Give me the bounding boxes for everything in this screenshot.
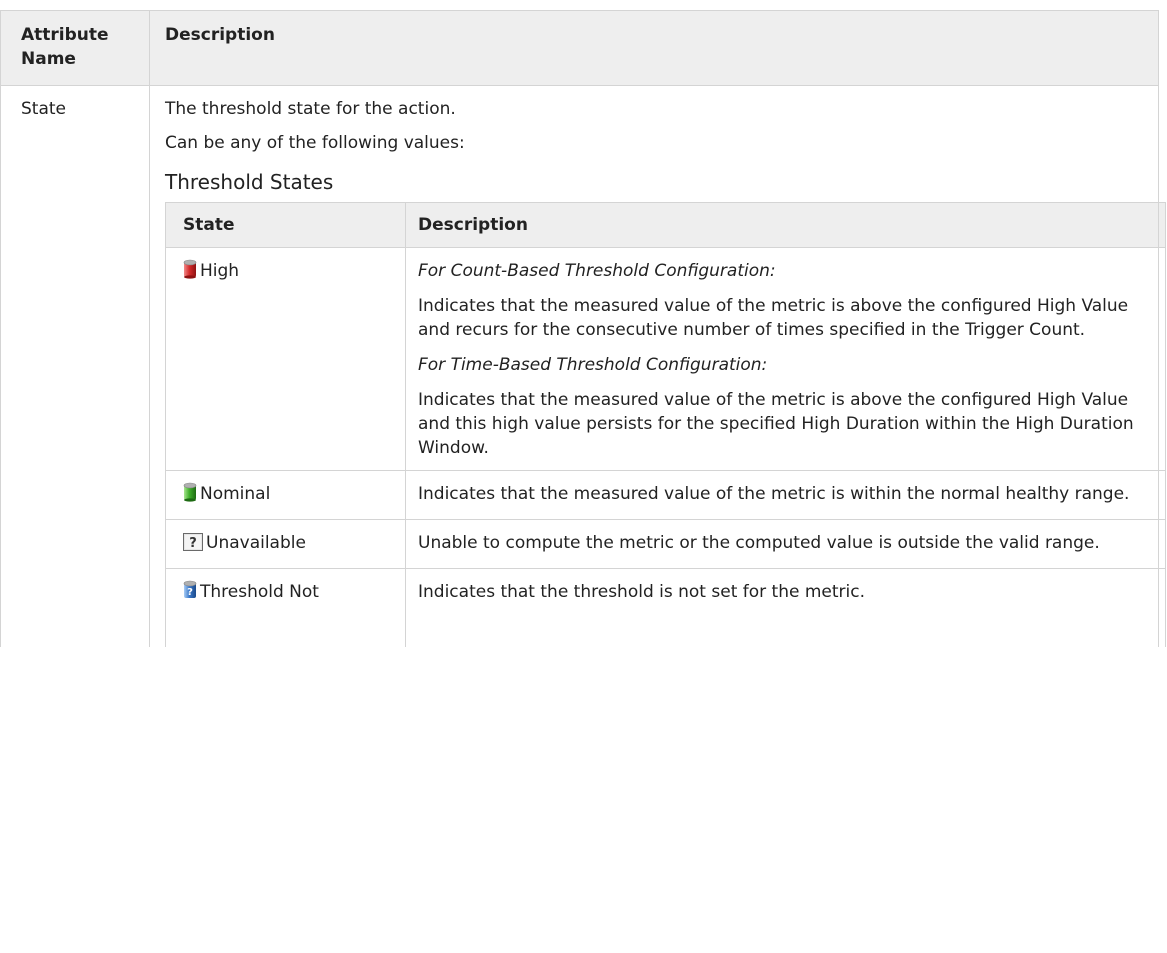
document-page: Attribute Name Description State The thr… bbox=[0, 0, 1167, 953]
time-based-heading: For Time-Based Threshold Configuration: bbox=[418, 355, 768, 375]
attribute-name-header: Attribute Name bbox=[0, 10, 150, 86]
threshold-states-caption: Threshold States bbox=[165, 170, 334, 194]
state-label: Nominal bbox=[200, 484, 271, 504]
attribute-description-cell: The threshold state for the action. Can … bbox=[149, 85, 1166, 647]
table-row: ? Unavailable Unable to compute the metr… bbox=[165, 519, 1166, 569]
attributes-header-row: Attribute Name Description bbox=[0, 10, 1159, 86]
table-row: ? Threshold Not Indicates that the thres… bbox=[165, 568, 1166, 647]
attributes-table: Attribute Name Description State The thr… bbox=[0, 10, 1166, 647]
state-cell: ? Unavailable bbox=[165, 519, 406, 569]
state-label: Unavailable bbox=[206, 533, 306, 553]
state-attribute-row: State The threshold state for the action… bbox=[0, 85, 1166, 647]
nominal-state-icon bbox=[183, 482, 197, 509]
description-header: Description bbox=[149, 10, 1159, 86]
count-based-description: Indicates that the measured value of the… bbox=[418, 296, 1129, 340]
state-header: State bbox=[165, 202, 406, 248]
nominal-description: Indicates that the measured value of the… bbox=[418, 484, 1130, 504]
threshold-states-header-row: State Description bbox=[165, 202, 1166, 248]
unavailable-state-icon: ? bbox=[183, 533, 203, 558]
state-description-header: Description bbox=[405, 202, 1166, 248]
state-description-cell: Indicates that the measured value of the… bbox=[405, 470, 1166, 520]
state-description-cell: For Count-Based Threshold Configuration:… bbox=[405, 247, 1166, 471]
state-cell: ? Threshold Not bbox=[165, 568, 406, 647]
state-label: Threshold Not bbox=[200, 582, 319, 602]
table-row: High For Count-Based Threshold Configura… bbox=[165, 247, 1166, 471]
state-label: High bbox=[200, 261, 240, 281]
table-row: Nominal Indicates that the measured valu… bbox=[165, 470, 1166, 520]
threshold-not-set-description: Indicates that the threshold is not set … bbox=[418, 582, 865, 602]
state-cell: High bbox=[165, 247, 406, 471]
state-description-cell: Indicates that the threshold is not set … bbox=[405, 568, 1166, 647]
state-description: The threshold state for the action. bbox=[165, 99, 456, 119]
svg-text:?: ? bbox=[187, 587, 193, 598]
unavailable-description: Unable to compute the metric or the comp… bbox=[418, 533, 1100, 553]
state-description-cell: Unable to compute the metric or the comp… bbox=[405, 519, 1166, 569]
count-based-heading: For Count-Based Threshold Configuration: bbox=[418, 261, 776, 281]
time-based-description: Indicates that the measured value of the… bbox=[418, 390, 1134, 458]
threshold-not-set-icon: ? bbox=[183, 580, 197, 607]
threshold-states-table: State Description High For Count-Based T… bbox=[165, 202, 1166, 647]
values-intro: Can be any of the following values: bbox=[165, 133, 465, 153]
high-state-icon bbox=[183, 259, 197, 286]
svg-text:?: ? bbox=[189, 536, 197, 551]
attribute-name-cell: State bbox=[0, 85, 150, 647]
state-cell: Nominal bbox=[165, 470, 406, 520]
